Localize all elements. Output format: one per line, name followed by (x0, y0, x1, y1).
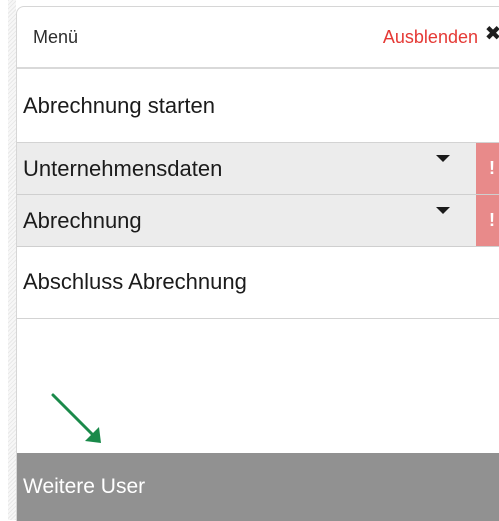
menu-header: Menü Ausblenden ✖ (17, 7, 499, 69)
menu-title: Menü (33, 27, 79, 47)
menu-item-unternehmensdaten[interactable]: Unternehmensdaten ! (17, 143, 499, 195)
weitere-user-label: Weitere User (23, 475, 146, 498)
page-frame: Menü Ausblenden ✖ Abrechnung starten Unt… (0, 0, 499, 521)
close-icon[interactable]: ✖ (484, 23, 499, 45)
hide-menu-link[interactable]: Ausblenden (383, 27, 478, 48)
alert-icon: ! (476, 195, 499, 246)
menu-item-abschluss-abrechnung[interactable]: Abschluss Abrechnung (17, 247, 499, 319)
menu-item-label: Abrechnung starten (23, 93, 216, 118)
caret-down-icon[interactable] (436, 207, 450, 214)
menu-item-label: Abschluss Abrechnung (23, 269, 247, 294)
caret-down-icon[interactable] (436, 155, 450, 162)
menu-item-abrechnung[interactable]: Abrechnung ! (17, 195, 499, 247)
green-arrow-icon (51, 393, 101, 443)
alert-icon: ! (476, 143, 499, 194)
menu-item-abrechnung-starten[interactable]: Abrechnung starten (17, 69, 499, 143)
menu-item-label: Abrechnung (23, 208, 142, 233)
menu-panel: Menü Ausblenden ✖ Abrechnung starten Unt… (16, 6, 499, 521)
menu-item-label: Unternehmensdaten (23, 156, 223, 181)
weitere-user-button[interactable]: Weitere User (17, 453, 499, 521)
